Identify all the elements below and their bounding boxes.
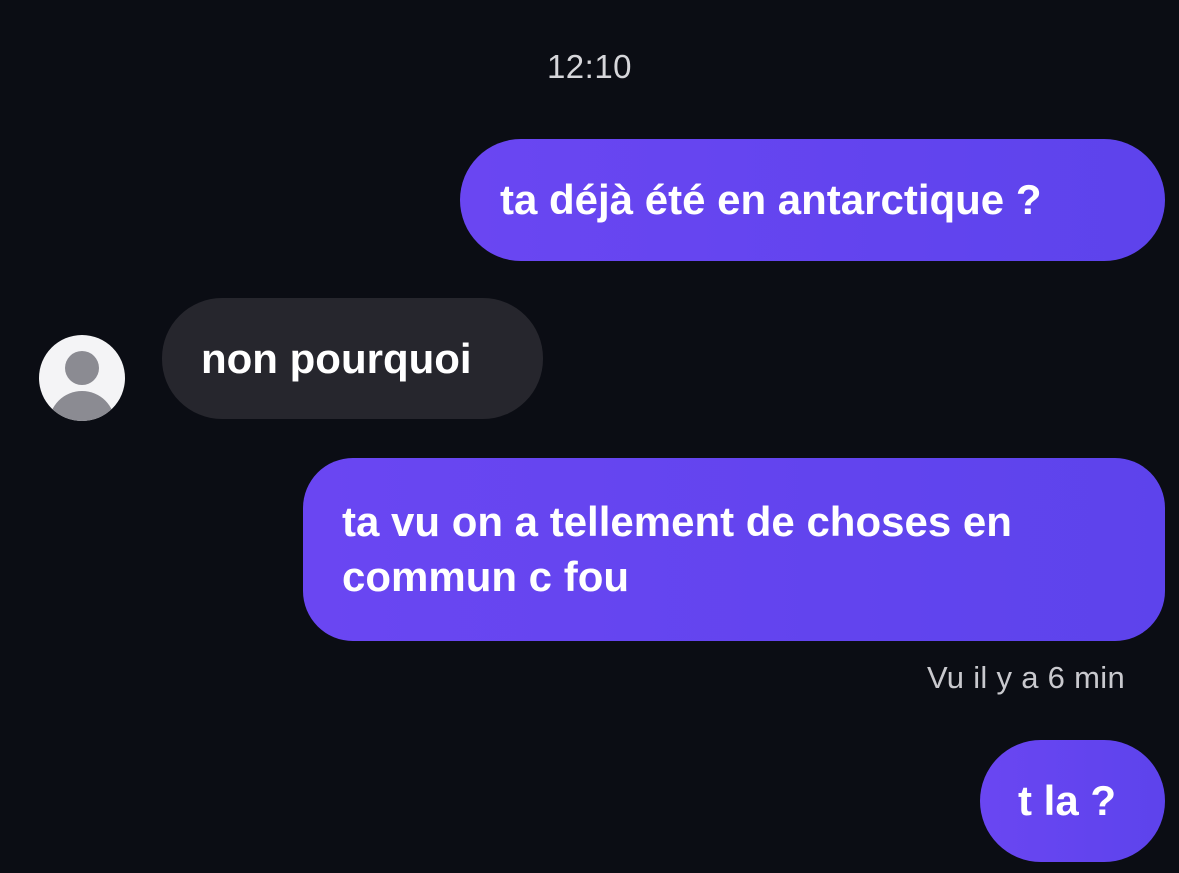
read-receipt: Vu il y a 6 min <box>926 660 1125 695</box>
contact-avatar[interactable] <box>39 335 125 421</box>
sent-message-bubble[interactable]: ta vu on a tellement de choses en commun… <box>303 458 1165 641</box>
sent-message-bubble[interactable]: t la ? <box>980 740 1165 862</box>
message-timestamp: 12:10 <box>546 48 633 85</box>
received-message-bubble[interactable]: non pourquoi <box>162 298 543 419</box>
sent-message-bubble[interactable]: ta déjà été en antarctique ? <box>460 139 1165 261</box>
